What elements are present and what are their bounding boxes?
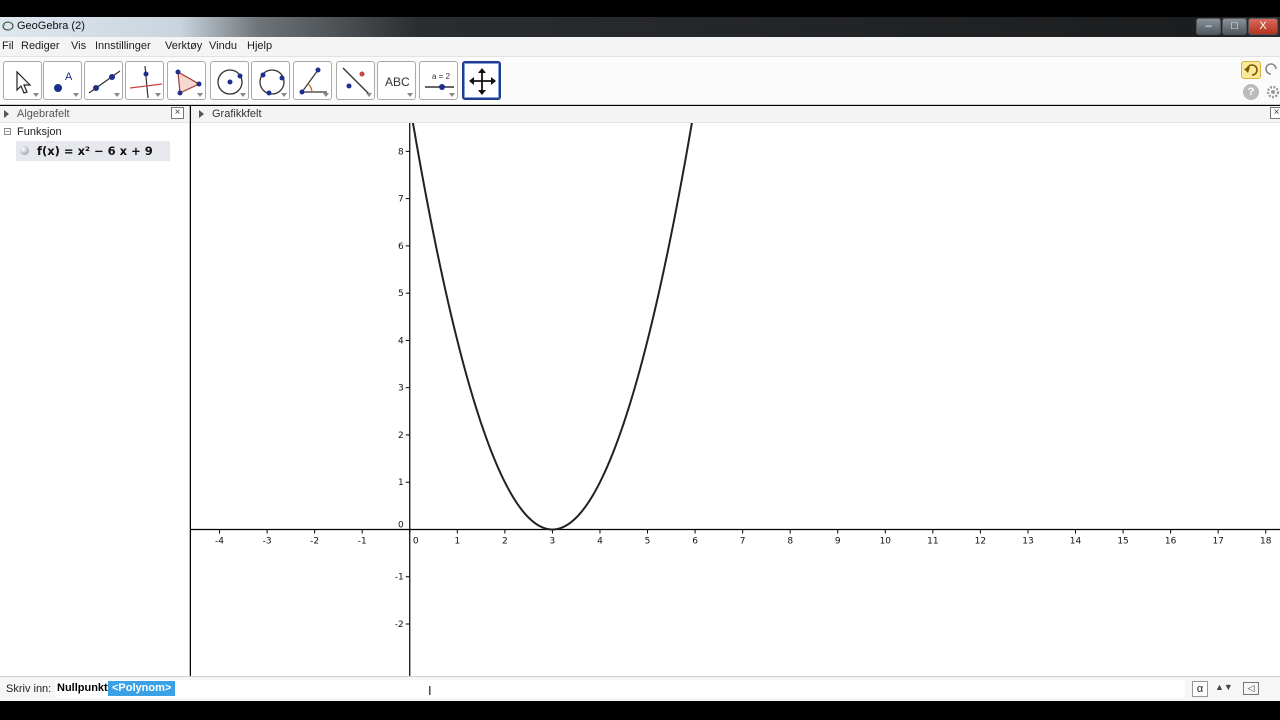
x-tick-label: 8 (787, 536, 793, 546)
input-value: Nullpunkt[ (57, 682, 112, 694)
graphics-view-header[interactable]: Grafikkfelt × (191, 106, 1280, 123)
function-definition[interactable]: f(x) = x² − 6 x + 9 (37, 144, 153, 158)
slider-tool[interactable]: a = 2 (419, 61, 458, 100)
x-tick-label: -4 (215, 536, 224, 546)
y-tick-label: -2 (395, 620, 404, 630)
x-tick-label: 0 (413, 536, 419, 546)
svg-text:A: A (65, 71, 73, 83)
y-tick-label: 8 (398, 147, 404, 157)
title-bar: GeoGebra (2) – □ X (0, 17, 1280, 37)
circle-tool[interactable] (210, 61, 249, 100)
settings-button[interactable] (1265, 84, 1280, 100)
window-title: GeoGebra (2) (17, 20, 85, 32)
help-icon[interactable]: ? (1243, 84, 1259, 100)
y-tick-label: 7 (398, 195, 404, 205)
input-label: Skriv inn: (6, 683, 52, 695)
y-tick-label: 2 (398, 431, 404, 441)
algebra-view: Algebrafelt × − Funksjon f(x) = x² − 6 x… (0, 106, 190, 676)
graph-canvas[interactable]: -4 -3 -2 -1 0 1 2 3 4 5 6 7 8 9 10 11 12 13 14 15 16 17 18-2-1… (191, 123, 1280, 676)
x-tick-label: 12 (975, 536, 986, 546)
move-tool[interactable] (3, 61, 42, 100)
y-tick-label: 0 (398, 520, 404, 530)
x-tick-label: 15 (1117, 536, 1128, 546)
toolbar: A ABC a = 2 ? (0, 57, 1280, 105)
graphics-view-title: Grafikkfelt (212, 108, 262, 120)
undo-button[interactable] (1241, 61, 1261, 79)
close-window-button[interactable]: X (1248, 18, 1278, 35)
y-tick-label: 5 (398, 289, 404, 299)
y-tick-label: 6 (398, 242, 404, 252)
menu-file[interactable]: Fil (2, 40, 14, 52)
redo-icon (1265, 63, 1277, 75)
menu-view[interactable]: Vis (71, 40, 86, 52)
input-bar: Skriv inn: Nullpunkt[ <Polynom> I α ▲▼ ◁ (0, 676, 1280, 701)
x-tick-label: -3 (263, 536, 272, 546)
circle-three-points-tool[interactable] (251, 61, 290, 100)
x-tick-label: 11 (927, 536, 938, 546)
close-panel-icon[interactable]: × (171, 107, 184, 119)
autocomplete-suggestion[interactable]: <Polynom> (108, 681, 176, 696)
undo-icon (1244, 64, 1258, 76)
menu-help[interactable]: Hjelp (247, 40, 272, 52)
x-tick-label: 1 (454, 536, 460, 546)
algebra-object-row[interactable]: f(x) = x² − 6 x + 9 (16, 141, 170, 161)
x-tick-label: 5 (645, 536, 651, 546)
x-tick-label: 4 (597, 536, 603, 546)
perpendicular-line-tool[interactable] (125, 61, 164, 100)
angle-tool[interactable] (293, 61, 332, 100)
x-tick-label: 14 (1070, 536, 1082, 546)
algebra-group-label: Funksjon (17, 126, 62, 138)
move-view-arrows-icon (469, 68, 496, 95)
x-tick-label: -1 (358, 536, 367, 546)
y-tick-label: 3 (398, 384, 404, 394)
x-tick-label: 6 (692, 536, 698, 546)
polygon-tool[interactable] (167, 61, 206, 100)
x-tick-label: 17 (1212, 536, 1223, 546)
line-tool[interactable] (84, 61, 123, 100)
history-arrows-icon[interactable]: ▲▼ (1215, 682, 1233, 692)
maximize-button[interactable]: □ (1222, 18, 1247, 35)
symbol-keyboard-button[interactable]: α (1192, 681, 1208, 697)
text-tool[interactable]: ABC (377, 61, 416, 100)
algebra-view-title: Algebrafelt (17, 108, 70, 120)
svg-text:a = 2: a = 2 (432, 72, 451, 81)
algebra-view-header[interactable]: Algebrafelt × (0, 106, 189, 123)
redo-button[interactable] (1265, 61, 1280, 79)
screen-bottom-edge (0, 701, 1280, 720)
function-graph-f (411, 123, 693, 531)
graphics-view[interactable]: Grafikkfelt × -4 -3 -2 -1 0 1 2 3 4 5 6 7 8 9 10 11 12 13… (191, 106, 1280, 676)
x-tick-label: 16 (1165, 536, 1177, 546)
gear-icon (1266, 85, 1280, 99)
point-tool[interactable]: A (43, 61, 82, 100)
geogebra-logo-icon (2, 21, 14, 31)
x-tick-label: 3 (550, 536, 556, 546)
close-panel-icon[interactable]: × (1270, 107, 1280, 119)
x-tick-label: 18 (1260, 536, 1272, 546)
y-tick-label: 4 (398, 336, 404, 346)
x-tick-label: -2 (310, 536, 319, 546)
collapse-group-icon[interactable]: − (4, 128, 11, 136)
menu-window[interactable]: Vindu (209, 40, 237, 52)
x-tick-label: 7 (740, 536, 746, 546)
visibility-toggle-icon[interactable] (20, 146, 29, 155)
x-tick-label: 13 (1022, 536, 1033, 546)
minimize-button[interactable]: – (1196, 18, 1221, 35)
menu-tools[interactable]: Verktøy (165, 40, 202, 52)
text-cursor-icon: I (428, 683, 432, 698)
reflect-tool[interactable] (336, 61, 375, 100)
expand-arrow-icon[interactable] (199, 110, 204, 118)
y-tick-label: -1 (395, 573, 404, 583)
move-graphics-view-tool[interactable] (462, 61, 501, 100)
input-field[interactable]: Nullpunkt[ <Polynom> I (55, 680, 1185, 698)
y-tick-label: 1 (398, 478, 404, 488)
menu-options[interactable]: Innstillinger (95, 40, 151, 52)
menu-bar: Fil Rediger Vis Innstillinger Verktøy Vi… (0, 37, 1280, 57)
x-tick-label: 10 (880, 536, 892, 546)
x-tick-label: 9 (835, 536, 841, 546)
x-tick-label: 2 (502, 536, 508, 546)
menu-edit[interactable]: Rediger (21, 40, 60, 52)
input-help-button[interactable]: ◁ (1243, 682, 1259, 695)
expand-arrow-icon[interactable] (4, 110, 9, 118)
svg-text:ABC: ABC (385, 75, 410, 89)
